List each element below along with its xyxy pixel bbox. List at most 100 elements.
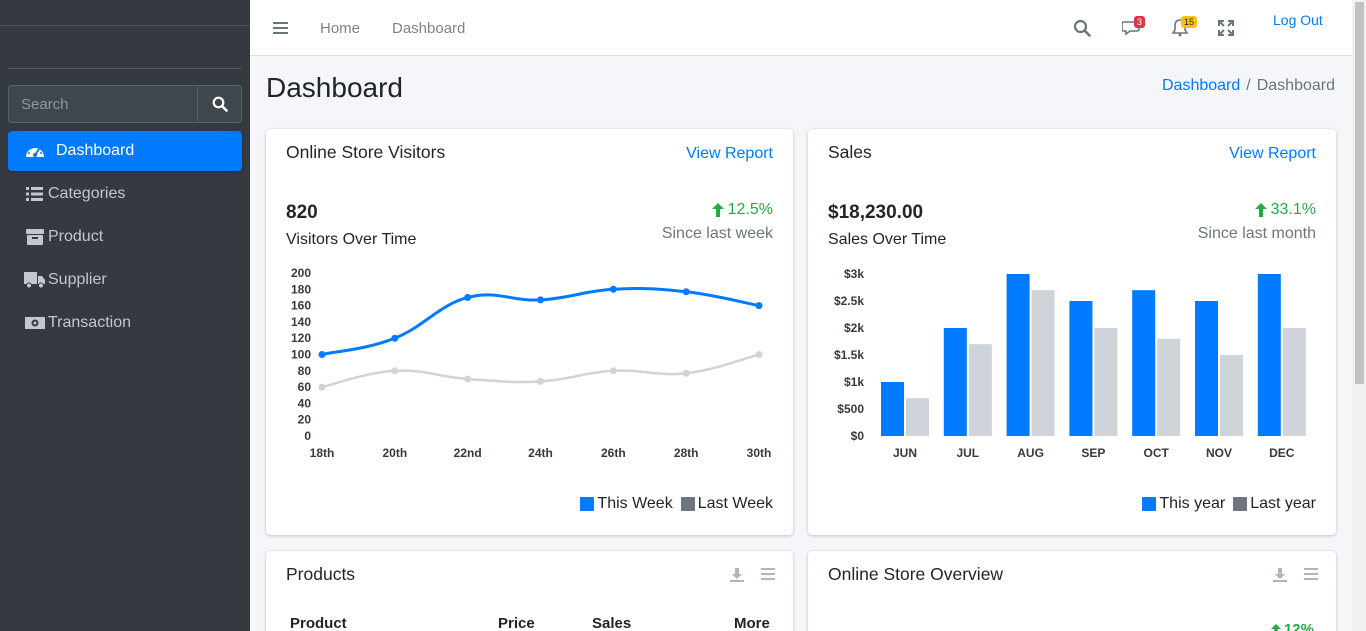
sidebar-item-label: Dashboard — [56, 142, 135, 159]
visitors-legend: This Week Last Week — [572, 495, 773, 513]
overview-card: Online Store Overview 12% — [808, 551, 1336, 631]
breadcrumb-link[interactable]: Dashboard — [1162, 77, 1240, 94]
x-tick-label: 24th — [528, 446, 553, 460]
scrollbar-thumb[interactable] — [1355, 2, 1364, 384]
page-title: Dashboard — [266, 72, 403, 103]
legend-entry: Last Week — [680, 495, 773, 513]
data-point — [755, 351, 763, 358]
y-tick-label: 140 — [291, 315, 311, 329]
breadcrumb-separator: / — [1246, 77, 1251, 94]
list-icon — [24, 185, 46, 203]
sidebar-item-label: Transaction — [48, 314, 131, 331]
sidebar-item-supplier[interactable]: Supplier — [8, 260, 242, 300]
sales-bar-chart: $0 $500 $1k $1.5k $2k $2.5k $3k JUN JUL AUG SEP OCT… — [834, 267, 1306, 460]
data-point — [318, 383, 326, 391]
sidebar-item-transaction[interactable]: Transaction — [8, 303, 242, 343]
search-icon — [212, 96, 228, 112]
sidebar-nav: Dashboard Categories Product Supplier Tr… — [8, 131, 242, 346]
column-header: More — [734, 615, 770, 631]
money-bill-icon — [24, 314, 46, 332]
overview-change: 12% — [1270, 621, 1314, 631]
y-tick-label: $1.5k — [834, 348, 864, 362]
sidebar-item-product[interactable]: Product — [8, 217, 242, 257]
tachometer-icon — [24, 142, 46, 160]
menu-bars-icon[interactable] — [761, 567, 775, 581]
bar — [1094, 328, 1118, 436]
sidebar-item-label: Product — [48, 228, 104, 245]
brand-divider — [0, 25, 250, 26]
breadcrumb-current: Dashboard — [1256, 77, 1335, 94]
visitors-card: Online Store Visitors View Report 820 Vi… — [266, 129, 793, 535]
legend-label: This year — [1159, 495, 1226, 512]
products-card: Products Product Price Sales More — [266, 551, 793, 631]
bar — [1195, 301, 1218, 436]
y-tick-label: $1k — [844, 375, 864, 389]
sidebar-item-categories[interactable]: Categories — [8, 174, 242, 214]
y-tick-label: $2.5k — [834, 294, 864, 308]
x-tick-label: AUG — [1017, 446, 1044, 460]
sales-card: Sales View Report $18,230.00 Sales Over … — [808, 129, 1336, 535]
data-point — [609, 367, 617, 375]
bar — [1069, 301, 1093, 436]
x-tick-label: 20th — [382, 446, 407, 460]
bar — [1006, 274, 1030, 436]
column-header: Price — [498, 615, 535, 631]
messages-button[interactable]: 3 — [1122, 0, 1146, 56]
x-tick-label: NOV — [1206, 446, 1232, 460]
notifications-button[interactable]: 15 — [1172, 0, 1198, 56]
expand-icon — [1218, 20, 1234, 36]
y-tick-label: 180 — [291, 282, 311, 296]
menu-bars-icon[interactable] — [1304, 567, 1318, 581]
legend-swatch — [1142, 497, 1157, 511]
data-point — [682, 369, 690, 377]
hamburger-icon — [273, 22, 288, 34]
sidebar-item-dashboard[interactable]: Dashboard — [8, 131, 242, 171]
overview-pct: 12% — [1283, 621, 1314, 631]
x-tick-label: 30th — [747, 446, 772, 460]
search-button[interactable] — [197, 85, 242, 123]
breadcrumb: Dashboard / Dashboard — [1162, 77, 1335, 95]
nav-dashboard-link[interactable]: Dashboard — [392, 0, 465, 56]
data-point — [537, 296, 544, 304]
legend-entry: Last year — [1233, 495, 1316, 513]
y-tick-label: 20 — [298, 413, 312, 427]
x-tick-label: 28th — [674, 446, 699, 460]
bar — [1031, 290, 1055, 436]
data-point — [464, 293, 472, 301]
y-tick-label: 100 — [291, 348, 311, 362]
sidebar-item-label: Categories — [48, 185, 126, 202]
fullscreen-button[interactable] — [1218, 0, 1234, 56]
menu-toggle-button[interactable] — [273, 0, 289, 56]
search-input[interactable] — [8, 85, 197, 123]
nav-home-link[interactable]: Home — [320, 0, 360, 56]
top-navbar: Home Dashboard 3 15 Log Out — [250, 0, 1352, 56]
download-icon[interactable] — [729, 567, 745, 583]
y-tick-label: 60 — [298, 380, 312, 394]
card-title: Products — [286, 564, 356, 584]
legend-swatch — [1233, 497, 1248, 511]
sidebar-item-label: Supplier — [48, 271, 107, 288]
bar — [881, 382, 904, 436]
sales-legend: This year Last year — [1134, 495, 1316, 513]
legend-label: This Week — [597, 495, 673, 512]
navbar-search-button[interactable] — [1073, 0, 1091, 56]
data-point — [318, 351, 326, 358]
logout-link[interactable]: Log Out — [1273, 0, 1323, 48]
bar — [1157, 338, 1181, 436]
y-tick-label: 40 — [298, 396, 312, 410]
x-tick-label: DEC — [1269, 446, 1295, 460]
y-tick-label: 120 — [291, 331, 311, 345]
page-scrollbar[interactable] — [1352, 0, 1366, 631]
legend-swatch — [680, 497, 695, 511]
box-icon — [24, 228, 46, 246]
y-tick-label: 80 — [298, 364, 312, 378]
messages-badge: 3 — [1134, 16, 1146, 28]
y-tick-label: $500 — [837, 402, 864, 416]
download-icon[interactable] — [1272, 567, 1288, 583]
x-tick-label: 26th — [601, 446, 626, 460]
legend-label: Last Week — [697, 495, 773, 512]
bar — [1220, 355, 1243, 436]
x-tick-label: OCT — [1144, 446, 1170, 460]
bar — [906, 398, 929, 436]
legend-label: Last year — [1250, 495, 1316, 512]
